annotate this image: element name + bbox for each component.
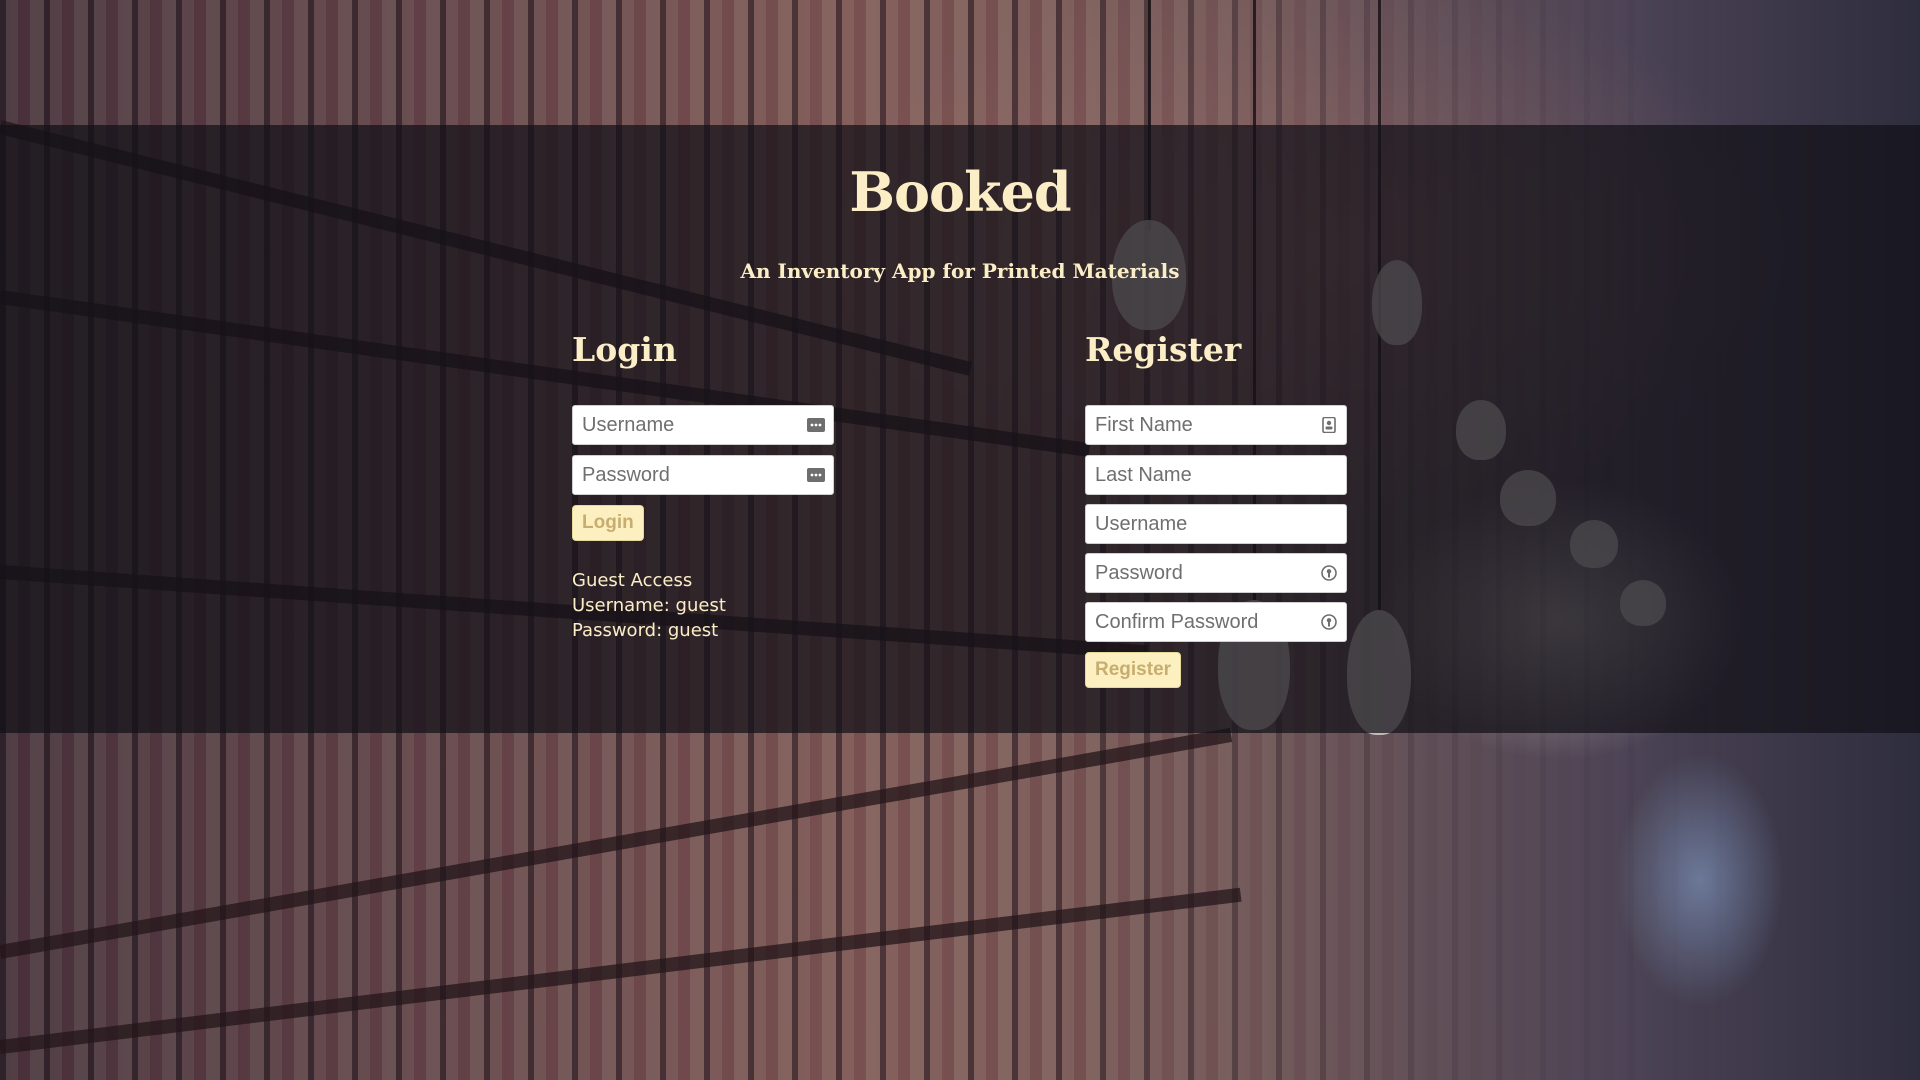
app-subtitle: An Inventory App for Printed Materials: [740, 259, 1180, 283]
register-confirm-password-input[interactable]: [1086, 603, 1317, 641]
login-username-field[interactable]: [572, 405, 834, 445]
login-username-input[interactable]: [573, 406, 804, 444]
app-title: Booked: [849, 160, 1071, 224]
register-first-name-field[interactable]: [1085, 405, 1347, 445]
register-username-field[interactable]: [1085, 504, 1347, 544]
guest-password-line: Password: guest: [572, 620, 719, 641]
guest-access-title: Guest Access: [572, 570, 693, 591]
guest-access-info: Guest Access Username: guest Password: g…: [572, 568, 726, 643]
register-last-name-field[interactable]: [1085, 455, 1347, 495]
key-lock-icon: [1321, 565, 1337, 581]
register-heading: Register: [1085, 330, 1242, 369]
register-username-input[interactable]: [1086, 505, 1317, 543]
contact-card-icon: [1322, 417, 1336, 433]
login-button[interactable]: Login: [572, 505, 644, 541]
login-password-field[interactable]: [572, 455, 834, 495]
register-password-input[interactable]: [1086, 554, 1317, 592]
key-lock-icon: [1321, 614, 1337, 630]
login-heading: Login: [572, 330, 677, 369]
login-password-input[interactable]: [573, 456, 804, 494]
register-first-name-input[interactable]: [1086, 406, 1317, 444]
dots-keyboard-icon: [807, 418, 825, 432]
register-confirm-password-field[interactable]: [1085, 602, 1347, 642]
register-last-name-input[interactable]: [1086, 456, 1317, 494]
register-button[interactable]: Register: [1085, 652, 1182, 688]
dots-keyboard-icon: [807, 468, 825, 482]
register-password-field[interactable]: [1085, 553, 1347, 593]
guest-username-line: Username: guest: [572, 595, 726, 616]
